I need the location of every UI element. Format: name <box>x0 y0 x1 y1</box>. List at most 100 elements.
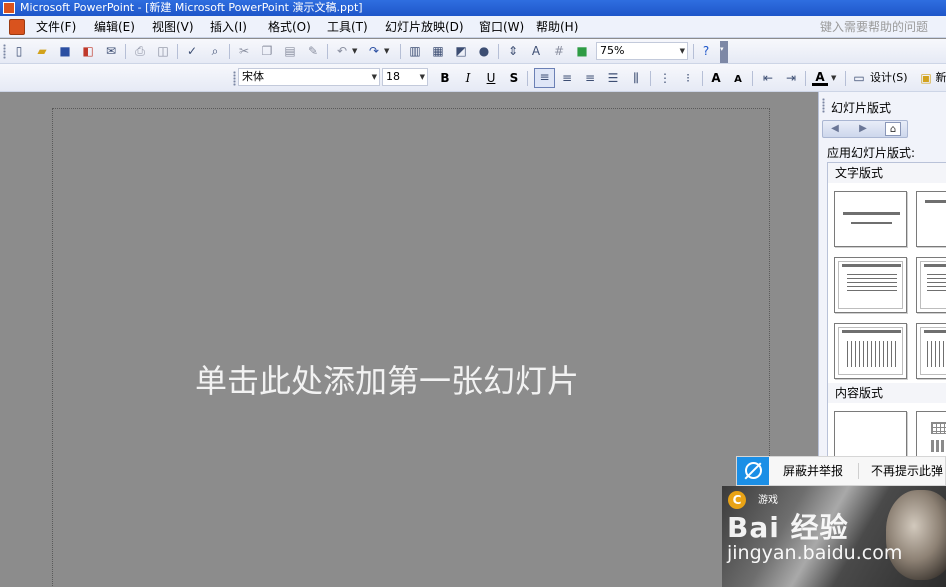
distribute-icon[interactable]: ⫼ <box>628 70 644 86</box>
block-icon[interactable] <box>737 457 769 485</box>
toolbar-grip[interactable] <box>3 44 6 59</box>
layout-title-slide[interactable] <box>834 191 907 247</box>
toolbar-grip[interactable] <box>233 71 236 86</box>
layout-two-column-text[interactable] <box>916 257 946 313</box>
tables-borders-icon[interactable]: ◩ <box>453 43 469 59</box>
font-color-button[interactable]: A <box>812 69 828 86</box>
add-first-slide-prompt[interactable]: 单击此处添加第一张幻灯片 <box>195 356 579 402</box>
slide-placeholder-border <box>52 108 770 587</box>
home-icon[interactable]: ⌂ <box>885 122 901 136</box>
ad-character-image <box>886 490 946 580</box>
permission-icon[interactable]: ◧ <box>80 43 96 59</box>
menu-help[interactable]: 帮助(H) <box>534 16 580 38</box>
align-right-icon[interactable]: ≡ <box>582 70 598 86</box>
menu-tools[interactable]: 工具(T) <box>325 16 370 38</box>
bullets-icon[interactable]: ⁝ <box>680 70 696 86</box>
font-color-dropdown-icon[interactable]: ▼ <box>831 70 839 86</box>
layout-vertical-text[interactable] <box>834 323 907 379</box>
save-icon[interactable]: ■ <box>57 43 73 59</box>
redo-icon[interactable]: ↷ <box>366 43 382 59</box>
vertical-lines <box>927 341 946 367</box>
forward-icon[interactable]: ▶ <box>855 122 871 136</box>
insert-diagram-icon[interactable]: ● <box>476 43 492 59</box>
zoom-combo[interactable]: 75% ▼ <box>596 42 688 60</box>
table-icon <box>931 422 946 434</box>
menu-bar: 文件(F) 编辑(E) 视图(V) 插入(I) 格式(O) 工具(T) 幻灯片放… <box>0 16 946 38</box>
menu-file[interactable]: 文件(F) <box>34 16 78 38</box>
font-name-combo[interactable]: 宋体 ▼ <box>238 68 380 86</box>
layout-title-only[interactable] <box>916 191 946 247</box>
dont-show-again-button[interactable]: 不再提示此弹 <box>871 457 943 485</box>
design-icon[interactable]: ▭ <box>851 70 867 86</box>
toolbar-separator <box>845 71 846 86</box>
document-icon[interactable] <box>9 19 25 35</box>
undo-icon[interactable]: ↶ <box>334 43 350 59</box>
undo-dropdown-icon[interactable]: ▼ <box>352 43 360 59</box>
layout-title-and-text[interactable] <box>834 257 907 313</box>
report-divider <box>858 463 859 479</box>
task-pane-grip[interactable] <box>822 98 825 113</box>
show-formatting-icon[interactable]: A <box>528 43 544 59</box>
title-line <box>842 330 901 333</box>
game-label: 游戏 <box>758 495 778 506</box>
research-icon[interactable]: ⌕ <box>207 43 223 59</box>
design-button[interactable]: 设计(S) <box>870 70 914 86</box>
slide-workspace[interactable] <box>0 92 818 587</box>
increase-font-icon[interactable]: A <box>708 70 724 86</box>
redo-dropdown-icon[interactable]: ▼ <box>384 43 392 59</box>
menu-format[interactable]: 格式(O) <box>266 16 313 38</box>
decrease-font-icon[interactable]: A <box>730 72 746 88</box>
menu-edit[interactable]: 编辑(E) <box>92 16 137 38</box>
menu-insert[interactable]: 插入(I) <box>208 16 249 38</box>
email-icon[interactable]: ✉ <box>103 43 119 59</box>
block-report-button[interactable]: 屏蔽并举报 <box>783 457 843 485</box>
apply-layout-label: 应用幻灯片版式: <box>827 146 916 160</box>
grid-icon[interactable]: # <box>551 43 567 59</box>
new-slide-icon[interactable]: ▣ <box>918 70 934 86</box>
copy-icon[interactable]: ❐ <box>259 43 275 59</box>
font-size-combo[interactable]: 18 ▼ <box>382 68 428 86</box>
spelling-icon[interactable]: ✓ <box>184 43 200 59</box>
decrease-indent-icon[interactable]: ⇤ <box>760 70 776 86</box>
help-icon[interactable]: ? <box>698 43 714 59</box>
print-preview-icon[interactable]: ◫ <box>155 43 171 59</box>
toolbar-separator <box>527 71 528 86</box>
menu-window[interactable]: 窗口(W) <box>477 16 526 38</box>
color-grayscale-icon[interactable]: ■ <box>574 43 590 59</box>
justify-icon[interactable]: ☰ <box>605 70 621 86</box>
format-painter-icon[interactable]: ✎ <box>305 43 321 59</box>
toolbar-options-icon[interactable]: ▾ <box>720 41 728 63</box>
bold-button[interactable]: B <box>437 70 453 86</box>
align-left-icon[interactable]: ≡ <box>534 68 555 88</box>
numbering-icon[interactable]: ⋮ <box>657 70 673 86</box>
task-pane-title: 幻灯片版式 <box>831 101 892 115</box>
baidu-watermark-url: jingyan.baidu.com <box>727 542 903 564</box>
toolbar-separator <box>498 44 499 59</box>
task-pane-nav: ◀ ▶ ⌂ <box>822 120 908 138</box>
new-document-icon[interactable]: ▯ <box>11 43 27 59</box>
ad-image[interactable]: C 游戏 Bai 经验 jingyan.baidu.com <box>722 486 946 587</box>
title-line <box>842 264 901 267</box>
help-search-box[interactable]: 键入需要帮助的问题 <box>820 18 938 36</box>
underline-button[interactable]: U <box>483 70 499 86</box>
insert-chart-icon[interactable]: ▥ <box>407 43 423 59</box>
title-line <box>925 200 946 203</box>
menu-slideshow[interactable]: 幻灯片放映(D) <box>383 16 466 38</box>
toolbar-separator <box>702 71 703 86</box>
new-slide-button[interactable]: 新 <box>934 70 946 86</box>
menu-view[interactable]: 视图(V) <box>150 16 196 38</box>
print-icon[interactable]: ⎙ <box>132 43 148 59</box>
cut-icon[interactable]: ✂ <box>236 43 252 59</box>
expand-all-icon[interactable]: ⇕ <box>505 43 521 59</box>
insert-table-icon[interactable]: ▦ <box>430 43 446 59</box>
open-folder-icon[interactable]: ▰ <box>34 43 50 59</box>
align-center-icon[interactable]: ≡ <box>559 70 575 86</box>
paste-icon[interactable]: ▤ <box>282 43 298 59</box>
increase-indent-icon[interactable]: ⇥ <box>783 70 799 86</box>
shadow-button[interactable]: S <box>506 70 522 86</box>
italic-button[interactable]: I <box>460 70 476 86</box>
font-name-dropdown-icon: ▼ <box>371 73 377 81</box>
layout-vertical-title-text[interactable] <box>916 323 946 379</box>
zoom-dropdown-icon: ▼ <box>679 47 685 55</box>
back-icon[interactable]: ◀ <box>827 122 843 136</box>
